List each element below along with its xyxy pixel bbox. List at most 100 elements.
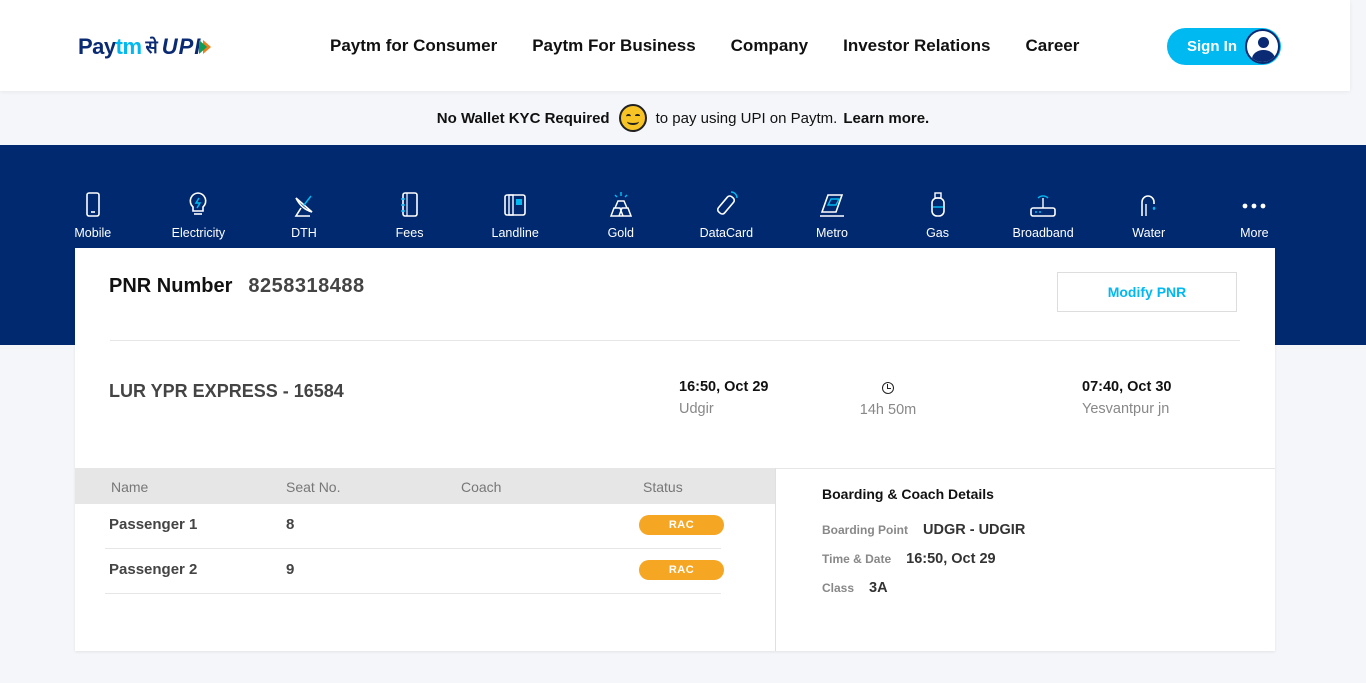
col-name: Name bbox=[111, 479, 149, 495]
table-row: Passenger 2 9 RAC bbox=[75, 549, 776, 594]
kyc-bold-text: No Wallet KYC Required bbox=[436, 109, 610, 127]
sign-in-label: Sign In bbox=[1187, 38, 1237, 55]
main-nav: Paytm for Consumer Paytm For Business Co… bbox=[330, 36, 1079, 56]
kyc-banner: No Wallet KYC Required to pay using UPI … bbox=[0, 91, 1366, 145]
category-more[interactable]: More bbox=[1202, 190, 1308, 240]
gas-cylinder-icon bbox=[930, 192, 945, 217]
departure-station: Udgir bbox=[679, 401, 714, 417]
boarding-point-row: Boarding Point UDGR - UDGIR bbox=[822, 522, 1025, 538]
boarding-point-label: Boarding Point bbox=[822, 523, 908, 537]
table-row: Passenger 1 8 RAC bbox=[75, 504, 776, 549]
category-broadband[interactable]: Broadband bbox=[990, 190, 1096, 240]
more-dots-icon bbox=[1242, 203, 1266, 209]
class-label: Class bbox=[822, 581, 855, 595]
category-metro[interactable]: Metro bbox=[779, 190, 885, 240]
category-label: DataCard bbox=[699, 226, 754, 240]
passenger-name: Passenger 1 bbox=[109, 516, 198, 533]
bulb-icon bbox=[189, 192, 207, 215]
router-icon bbox=[1030, 195, 1056, 217]
seat-number: 8 bbox=[286, 516, 295, 533]
gold-icon bbox=[609, 192, 632, 217]
category-label: DTH bbox=[291, 226, 317, 240]
class-value: 3A bbox=[869, 580, 888, 596]
time-date-label: Time & Date bbox=[822, 552, 892, 566]
arrival-station: Yesvantpur jn bbox=[1082, 401, 1170, 417]
datacard-icon bbox=[717, 191, 739, 215]
category-label: Fees bbox=[395, 226, 424, 240]
passenger-table: Name Seat No. Coach Status Passenger 1 8… bbox=[75, 468, 776, 594]
col-coach: Coach bbox=[461, 479, 502, 495]
user-avatar-icon bbox=[1245, 29, 1280, 64]
category-label: Water bbox=[1132, 226, 1166, 240]
departure-time: 16:50, Oct 29 bbox=[679, 379, 769, 395]
logo-paytm: Paytm bbox=[78, 34, 142, 59]
category-label: Landline bbox=[491, 226, 539, 240]
nav-consumer[interactable]: Paytm for Consumer bbox=[330, 36, 497, 56]
arrival-time: 07:40, Oct 30 bbox=[1082, 379, 1172, 395]
category-landline[interactable]: Landline bbox=[462, 190, 568, 240]
boarding-title: Boarding & Coach Details bbox=[822, 486, 994, 502]
boarding-details: Boarding & Coach Details Boarding Point … bbox=[822, 486, 1025, 609]
col-status: Status bbox=[643, 479, 683, 495]
seat-number: 9 bbox=[286, 561, 295, 578]
passenger-name: Passenger 2 bbox=[109, 561, 198, 578]
pnr-value: 8258318488 bbox=[248, 275, 365, 297]
category-dth[interactable]: DTH bbox=[251, 190, 357, 240]
category-label: Broadband bbox=[1012, 226, 1074, 240]
category-fees[interactable]: Fees bbox=[357, 190, 463, 240]
landline-icon bbox=[504, 194, 526, 216]
category-label: Mobile bbox=[74, 226, 112, 240]
nav-career[interactable]: Career bbox=[1026, 36, 1080, 56]
category-label: Metro bbox=[815, 226, 848, 240]
clock-icon bbox=[882, 382, 894, 394]
sign-in-button[interactable]: Sign In bbox=[1167, 28, 1281, 65]
satellite-dish-icon bbox=[294, 195, 313, 217]
category-gas[interactable]: Gas bbox=[885, 190, 991, 240]
category-electricity[interactable]: Electricity bbox=[146, 190, 252, 240]
boarding-point-value: UDGR - UDGIR bbox=[923, 522, 1026, 538]
boarding-top-divider bbox=[776, 468, 1275, 469]
category-mobile[interactable]: Mobile bbox=[40, 190, 146, 240]
category-label: More bbox=[1240, 226, 1269, 240]
train-name: LUR YPR EXPRESS - 16584 bbox=[109, 381, 344, 401]
vertical-divider bbox=[775, 468, 776, 651]
divider bbox=[110, 340, 1240, 341]
smiley-icon bbox=[618, 104, 647, 132]
pnr-status-card: PNR Number 8258318488 Modify PNR LUR YPR… bbox=[75, 248, 1275, 651]
mobile-icon bbox=[85, 192, 100, 217]
notebook-icon bbox=[400, 192, 418, 217]
category-label: Electricity bbox=[171, 226, 226, 240]
time-date-row: Time & Date 16:50, Oct 29 bbox=[822, 551, 1025, 567]
nav-business[interactable]: Paytm For Business bbox=[532, 36, 695, 56]
time-date-value: 16:50, Oct 29 bbox=[906, 551, 996, 567]
upi-arrow-icon bbox=[199, 40, 212, 54]
status-badge: RAC bbox=[639, 515, 724, 535]
departure-info: 16:50, Oct 29 Udgir bbox=[679, 379, 768, 417]
status-badge: RAC bbox=[639, 560, 724, 580]
row-divider bbox=[105, 593, 721, 594]
category-label: Gas bbox=[926, 226, 950, 240]
table-header: Name Seat No. Coach Status bbox=[75, 468, 776, 504]
kyc-mid-text: to pay using UPI on Paytm. bbox=[655, 109, 838, 127]
category-datacard[interactable]: DataCard bbox=[674, 190, 780, 240]
duration-text: 14h 50m bbox=[859, 402, 917, 418]
category-gold[interactable]: Gold bbox=[568, 190, 674, 240]
journey-duration: 14h 50m bbox=[855, 381, 921, 418]
category-water[interactable]: Water bbox=[1096, 190, 1202, 240]
water-tap-icon bbox=[1140, 195, 1155, 216]
class-row: Class 3A bbox=[822, 580, 1025, 596]
category-label: Gold bbox=[607, 226, 634, 240]
modify-pnr-button[interactable]: Modify PNR bbox=[1057, 272, 1237, 312]
arrival-info: 07:40, Oct 30 Yesvantpur jn bbox=[1082, 379, 1171, 417]
pnr-heading: PNR Number 8258318488 bbox=[109, 275, 365, 298]
logo-se: से bbox=[145, 37, 158, 58]
metro-icon bbox=[819, 194, 844, 217]
nav-company[interactable]: Company bbox=[731, 36, 808, 56]
category-bar: Mobile Electricity DTH Fees Landline Gol… bbox=[40, 190, 1308, 240]
paytm-upi-logo[interactable]: Paytm से UPI bbox=[78, 34, 212, 60]
nav-investor-relations[interactable]: Investor Relations bbox=[843, 36, 990, 56]
logo-upi: UPI bbox=[161, 34, 202, 59]
col-seat: Seat No. bbox=[286, 479, 341, 495]
pnr-label: PNR Number bbox=[109, 275, 233, 297]
learn-more-link[interactable]: Learn more. bbox=[843, 110, 929, 127]
